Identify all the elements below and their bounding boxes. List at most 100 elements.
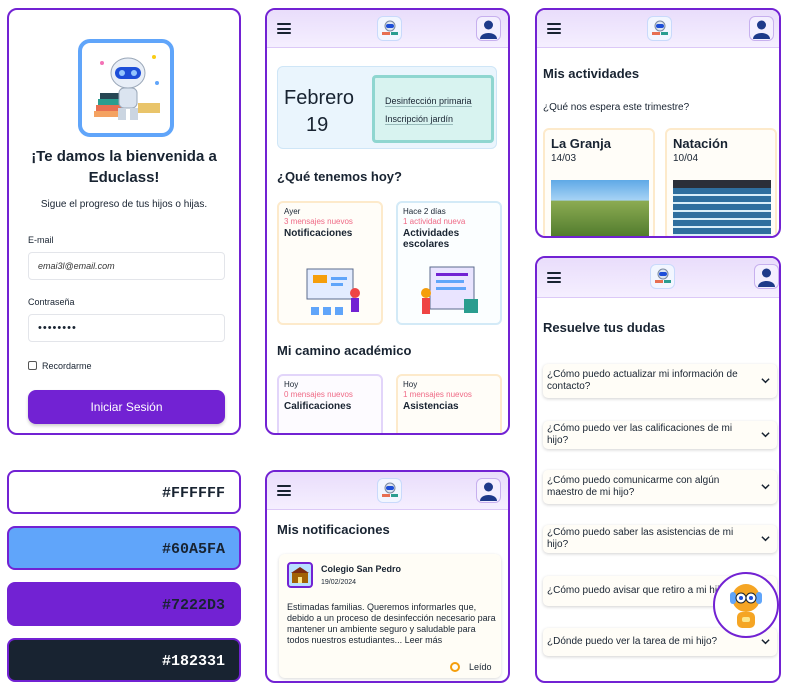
faq-screen: Resuelve tus dudas ¿Cómo puedo actualiza… bbox=[535, 256, 781, 683]
home-screen: Febrero 19 Desinfección primaria Inscrip… bbox=[265, 8, 510, 435]
read-label: Leído bbox=[469, 662, 492, 672]
logo-icon bbox=[377, 16, 402, 41]
swatch-white: #FFFFFF bbox=[7, 470, 241, 514]
activities-card[interactable]: Hace 2 días 1 actividad nueva Actividade… bbox=[396, 201, 502, 325]
activity-date: 14/03 bbox=[551, 153, 577, 164]
activities-question: ¿Qué nos espera este trimestre? bbox=[543, 102, 690, 113]
user-icon[interactable] bbox=[754, 264, 779, 289]
card-when: Hoy bbox=[284, 380, 299, 389]
faq-item-contact[interactable]: ¿Cómo puedo actualizar mi información de… bbox=[543, 364, 777, 398]
login-screen: ¡Te damos la bienvenida a Educlass! Sigu… bbox=[7, 8, 241, 435]
card-count: 1 actividad nueva bbox=[403, 217, 466, 226]
calendar-month: Febrero bbox=[284, 87, 355, 109]
menu-icon[interactable] bbox=[277, 23, 291, 34]
swatch-purple: #7222D3 bbox=[7, 582, 241, 626]
academic-heading: Mi camino académico bbox=[277, 343, 412, 358]
faq-item-grades[interactable]: ¿Cómo puedo ver las calificaciones de mi… bbox=[543, 421, 777, 449]
top-bar bbox=[267, 472, 508, 510]
activity-title: La Granja bbox=[551, 136, 611, 151]
card-when: Hoy bbox=[403, 380, 418, 389]
events-board: Desinfección primaria Inscripción jardín bbox=[372, 75, 494, 143]
card-title: Asistencias bbox=[403, 401, 459, 412]
user-icon[interactable] bbox=[749, 16, 774, 41]
user-icon[interactable] bbox=[476, 478, 501, 503]
password-value: •••••••• bbox=[38, 322, 77, 334]
password-field[interactable]: •••••••• bbox=[28, 314, 225, 342]
faq-question: ¿Cómo puedo saber las asistencias de mi … bbox=[547, 527, 734, 550]
robot-assistant-icon[interactable] bbox=[713, 572, 779, 638]
event-2: Inscripción jardín bbox=[385, 114, 454, 125]
notifications-card[interactable]: Ayer 3 mensajes nuevos Notificaciones bbox=[277, 201, 383, 325]
calendar-day: 19 bbox=[306, 114, 329, 136]
chevron-down-icon bbox=[761, 378, 770, 384]
activity-card-swimming[interactable]: Natación 10/04 bbox=[665, 128, 777, 236]
menu-icon[interactable] bbox=[547, 272, 561, 283]
activity-date: 10/04 bbox=[673, 153, 699, 164]
top-bar bbox=[537, 10, 779, 48]
swatch-hex: #182331 bbox=[161, 653, 225, 670]
faq-question: ¿Dónde puedo ver la tarea de mi hijo? bbox=[547, 636, 718, 647]
grades-card[interactable]: Hoy 0 mensajes nuevos Calificaciones bbox=[277, 374, 383, 433]
attendance-card[interactable]: Hoy 1 mensajes nuevos Asistencias bbox=[396, 374, 502, 433]
swatch-hex: #7222D3 bbox=[161, 597, 225, 614]
login-button[interactable]: Iniciar Sesión bbox=[28, 390, 225, 424]
calendar-card[interactable]: Febrero 19 Desinfección primaria Inscrip… bbox=[277, 66, 497, 149]
event-1: Desinfección primaria bbox=[385, 96, 472, 107]
faq-item-attendance[interactable]: ¿Cómo puedo saber las asistencias de mi … bbox=[543, 525, 777, 553]
chevron-down-icon bbox=[761, 536, 770, 542]
school-activities-illustration bbox=[421, 266, 478, 314]
menu-icon[interactable] bbox=[547, 23, 561, 34]
farm-photo bbox=[551, 180, 649, 236]
faq-question: ¿Cómo puedo comunicarme con algún maestr… bbox=[547, 475, 720, 498]
login-button-label: Iniciar Sesión bbox=[90, 400, 163, 414]
welcome-subtitle: Sigue el progreso de tus hijos o hijas. bbox=[40, 199, 208, 210]
activities-screen: Mis actividades ¿Qué nos espera este tri… bbox=[535, 8, 781, 238]
activity-title: Natación bbox=[673, 136, 728, 151]
faq-question: ¿Cómo puedo avisar que retiro a mi hijo? bbox=[547, 585, 731, 596]
swatch-hex: #60A5FA bbox=[161, 541, 225, 558]
activities-heading: Mis actividades bbox=[543, 66, 640, 81]
logo-icon bbox=[647, 16, 672, 41]
remember-checkbox[interactable] bbox=[28, 361, 37, 370]
today-heading: ¿Qué tenemos hoy? bbox=[277, 169, 402, 184]
card-title: Notificaciones bbox=[284, 228, 353, 239]
faq-item-teacher[interactable]: ¿Cómo puedo comunicarme con algún maestr… bbox=[543, 470, 777, 504]
email-value: emai3l@email.com bbox=[38, 261, 115, 271]
faq-heading: Resuelve tus dudas bbox=[543, 320, 666, 335]
user-icon[interactable] bbox=[476, 16, 501, 41]
read-radio[interactable] bbox=[450, 662, 460, 672]
notification-date: 19/02/2024 bbox=[321, 579, 357, 586]
top-bar bbox=[267, 10, 508, 48]
presentation-illustration bbox=[306, 268, 360, 315]
notification-body: Estimadas familias. Queremos informarles… bbox=[287, 602, 496, 645]
notifications-heading: Mis notificaciones bbox=[277, 522, 390, 537]
swatch-dark: #182331 bbox=[7, 638, 241, 682]
card-title: Calificaciones bbox=[284, 401, 352, 412]
password-label: Contraseña bbox=[28, 297, 75, 307]
chevron-down-icon bbox=[761, 484, 770, 490]
pool-photo bbox=[673, 180, 771, 236]
card-title: Actividades escolares bbox=[403, 228, 460, 250]
card-count: 0 mensajes nuevos bbox=[284, 390, 353, 399]
school-name: Colegio San Pedro bbox=[321, 564, 402, 574]
card-count: 3 mensajes nuevos bbox=[284, 217, 353, 226]
app-logo bbox=[78, 39, 174, 137]
email-field[interactable]: emai3l@email.com bbox=[28, 252, 225, 280]
activity-card-farm[interactable]: La Granja 14/03 bbox=[543, 128, 655, 236]
notification-body-wrap: Estimadas familias. Queremos informarles… bbox=[287, 602, 497, 646]
faq-question: ¿Cómo puedo actualizar mi información de… bbox=[547, 369, 738, 392]
notifications-screen: Mis notificaciones Colegio San Pedro 19/… bbox=[265, 470, 510, 683]
top-bar bbox=[537, 258, 779, 298]
chevron-down-icon bbox=[761, 432, 770, 438]
remember-label: Recordarme bbox=[42, 361, 92, 371]
swatch-hex: #FFFFFF bbox=[161, 485, 225, 502]
card-count: 1 mensajes nuevos bbox=[403, 390, 472, 399]
school-avatar bbox=[287, 562, 313, 588]
email-label: E-mail bbox=[28, 235, 54, 245]
chevron-down-icon bbox=[761, 639, 770, 645]
notification-item[interactable]: Colegio San Pedro 19/02/2024 Estimadas f… bbox=[279, 554, 501, 678]
logo-icon bbox=[377, 478, 402, 503]
read-more-link[interactable]: Leer más bbox=[405, 635, 443, 645]
card-when: Ayer bbox=[284, 207, 301, 216]
menu-icon[interactable] bbox=[277, 485, 291, 496]
